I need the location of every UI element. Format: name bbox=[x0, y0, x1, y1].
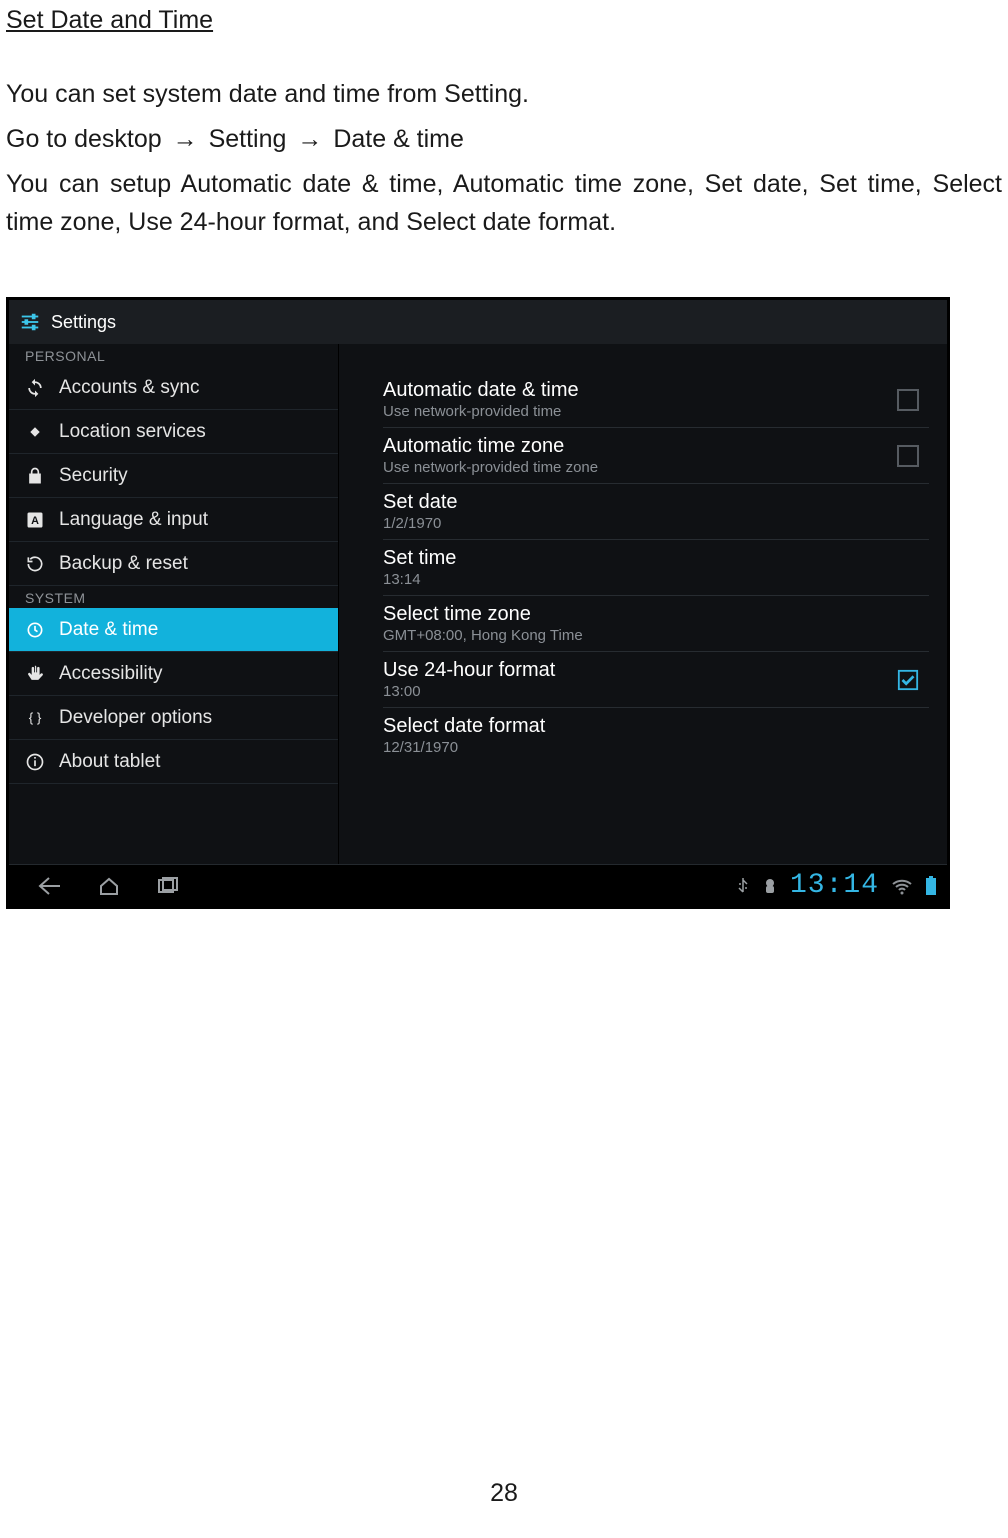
setting-title: Automatic date & time bbox=[383, 379, 579, 402]
braces-icon: { } bbox=[25, 708, 45, 728]
lock-icon bbox=[25, 466, 45, 486]
wifi-icon bbox=[891, 877, 913, 895]
app-bar: Settings bbox=[9, 300, 947, 344]
sidebar-item-location[interactable]: Location services bbox=[9, 410, 338, 454]
arrow-icon: → bbox=[293, 125, 326, 153]
app-title: Settings bbox=[51, 312, 116, 333]
setting-select-time-zone[interactable]: Select time zone GMT+08:00, Hong Kong Ti… bbox=[383, 596, 929, 652]
sidebar-item-about[interactable]: About tablet bbox=[9, 740, 338, 784]
doc-para2-b: Setting bbox=[209, 125, 287, 153]
sidebar-section-personal: PERSONAL bbox=[9, 344, 338, 366]
setting-subtitle: 13:14 bbox=[383, 571, 456, 588]
setting-title: Use 24-hour format bbox=[383, 659, 555, 682]
setting-subtitle: 1/2/1970 bbox=[383, 515, 458, 532]
setting-set-date[interactable]: Set date 1/2/1970 bbox=[383, 484, 929, 540]
sidebar-item-label: Location services bbox=[59, 421, 206, 443]
svg-text:A: A bbox=[31, 515, 39, 527]
checkbox-unchecked[interactable] bbox=[897, 389, 919, 411]
setting-title: Set time bbox=[383, 547, 456, 570]
hand-icon bbox=[25, 664, 45, 684]
usb-icon bbox=[736, 877, 750, 895]
info-icon bbox=[25, 752, 45, 772]
home-icon[interactable] bbox=[97, 875, 121, 897]
doc-paragraph-3: You can setup Automatic date & time, Aut… bbox=[6, 165, 1002, 243]
recents-icon[interactable] bbox=[155, 875, 179, 897]
setting-select-date-format[interactable]: Select date format 12/31/1970 bbox=[383, 708, 929, 763]
setting-subtitle: GMT+08:00, Hong Kong Time bbox=[383, 627, 583, 644]
sidebar-item-label: Accounts & sync bbox=[59, 377, 199, 399]
setting-subtitle: Use network-provided time bbox=[383, 403, 579, 420]
settings-sidebar: PERSONAL Accounts & sync Location servic… bbox=[9, 344, 339, 864]
checkbox-checked[interactable] bbox=[897, 669, 919, 691]
sidebar-item-label: Accessibility bbox=[59, 663, 162, 685]
sidebar-item-backup[interactable]: Backup & reset bbox=[9, 542, 338, 586]
setting-title: Select date format bbox=[383, 715, 545, 738]
setting-set-time[interactable]: Set time 13:14 bbox=[383, 540, 929, 596]
sidebar-item-label: Security bbox=[59, 465, 128, 487]
screenshot-settings: Settings PERSONAL Accounts & sync Locati… bbox=[6, 297, 950, 909]
setting-subtitle: 12/31/1970 bbox=[383, 739, 545, 756]
setting-title: Set date bbox=[383, 491, 458, 514]
setting-use-24-hour[interactable]: Use 24-hour format 13:00 bbox=[383, 652, 929, 708]
settings-content: Automatic date & time Use network-provid… bbox=[339, 344, 947, 864]
battery-icon bbox=[925, 876, 937, 896]
system-navigation-bar: 13:14 bbox=[9, 864, 947, 906]
sidebar-item-language[interactable]: A Language & input bbox=[9, 498, 338, 542]
arrow-icon: → bbox=[169, 125, 202, 153]
location-diamond-icon bbox=[25, 422, 45, 442]
backup-restore-icon bbox=[25, 554, 45, 574]
sidebar-item-label: Backup & reset bbox=[59, 553, 188, 575]
language-a-icon: A bbox=[25, 510, 45, 530]
doc-paragraph-2: Go to desktop → Setting → Date & time bbox=[6, 120, 1002, 159]
usb-debug-icon bbox=[762, 877, 778, 895]
sidebar-section-system: SYSTEM bbox=[9, 586, 338, 608]
sidebar-item-label: Developer options bbox=[59, 707, 212, 729]
sidebar-item-label: About tablet bbox=[59, 751, 160, 773]
setting-title: Select time zone bbox=[383, 603, 583, 626]
sync-icon bbox=[25, 378, 45, 398]
setting-automatic-time-zone[interactable]: Automatic time zone Use network-provided… bbox=[383, 428, 929, 484]
setting-subtitle: 13:00 bbox=[383, 683, 555, 700]
doc-para2-a: Go to desktop bbox=[6, 125, 162, 153]
sidebar-item-label: Language & input bbox=[59, 509, 208, 531]
sidebar-item-date-time[interactable]: Date & time bbox=[9, 608, 338, 652]
page-number: 28 bbox=[6, 1479, 1002, 1508]
sidebar-item-accounts-sync[interactable]: Accounts & sync bbox=[9, 366, 338, 410]
sidebar-item-label: Date & time bbox=[59, 619, 158, 641]
doc-heading: Set Date and Time bbox=[6, 6, 1002, 35]
sidebar-item-security[interactable]: Security bbox=[9, 454, 338, 498]
setting-automatic-date-time[interactable]: Automatic date & time Use network-provid… bbox=[383, 372, 929, 428]
svg-text:{ }: { } bbox=[29, 710, 42, 725]
clock-icon bbox=[25, 620, 45, 640]
back-icon[interactable] bbox=[37, 875, 63, 897]
check-icon bbox=[897, 669, 919, 691]
status-clock: 13:14 bbox=[790, 870, 879, 901]
sidebar-item-developer[interactable]: { } Developer options bbox=[9, 696, 338, 740]
setting-subtitle: Use network-provided time zone bbox=[383, 459, 598, 476]
settings-sliders-icon bbox=[19, 311, 41, 333]
doc-paragraph-1: You can set system date and time from Se… bbox=[6, 75, 1002, 114]
checkbox-unchecked[interactable] bbox=[897, 445, 919, 467]
sidebar-item-accessibility[interactable]: Accessibility bbox=[9, 652, 338, 696]
doc-para2-c: Date & time bbox=[333, 125, 464, 153]
setting-title: Automatic time zone bbox=[383, 435, 598, 458]
